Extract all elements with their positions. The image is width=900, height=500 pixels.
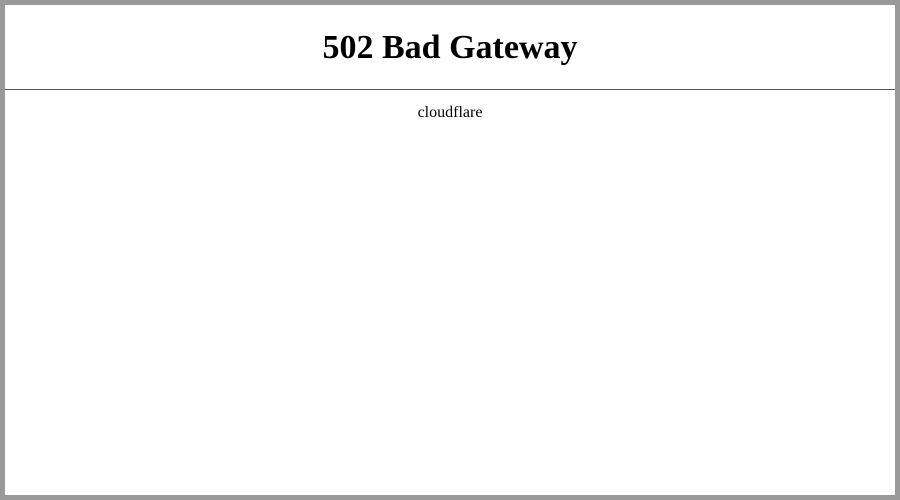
error-heading: 502 Bad Gateway [5,5,895,89]
error-page: 502 Bad Gateway cloudflare [5,5,895,495]
provider-label: cloudflare [5,90,895,122]
